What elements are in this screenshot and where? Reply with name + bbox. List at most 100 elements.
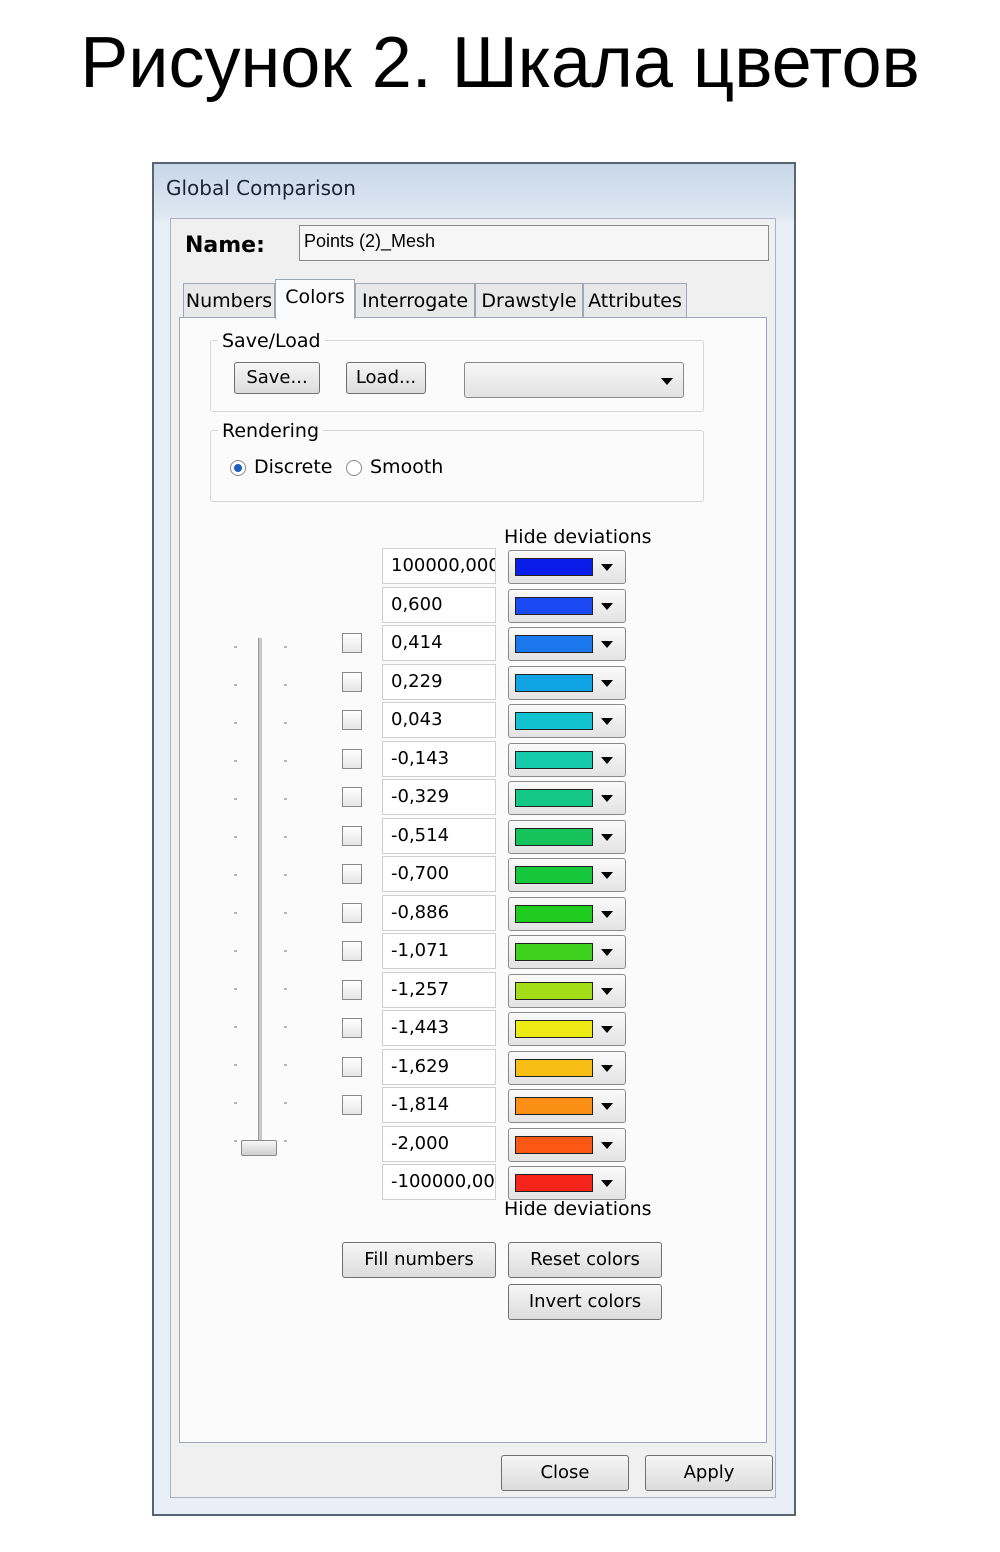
row-checkbox[interactable] [342,826,362,846]
slider-tick [284,646,287,648]
color-swatch [515,982,593,1000]
color-swatch [515,1097,593,1115]
slider-tick [284,684,287,686]
threshold-value-field[interactable]: -1,443 [382,1010,496,1046]
row-checkbox[interactable] [342,941,362,961]
color-picker-button[interactable] [508,1012,626,1046]
row-checkbox[interactable] [342,903,362,923]
threshold-value-field[interactable]: -0,514 [382,818,496,854]
slider-tick [284,722,287,724]
threshold-value-field[interactable]: 0,043 [382,702,496,738]
threshold-value-field[interactable]: -1,629 [382,1049,496,1085]
color-swatch [515,1136,593,1154]
invert-colors-button[interactable]: Invert colors [508,1284,662,1320]
threshold-value-field[interactable]: 100000,000 [382,548,496,584]
apply-button[interactable]: Apply [645,1455,773,1491]
color-picker-button[interactable] [508,743,626,777]
tab-colors[interactable]: Colors [275,279,355,319]
colors-tab-panel: Save/Load Save... Load... Rendering Disc… [179,317,767,1443]
threshold-value-field[interactable]: 0,600 [382,587,496,623]
color-picker-button[interactable] [508,935,626,969]
color-picker-button[interactable] [508,897,626,931]
row-checkbox[interactable] [342,980,362,1000]
threshold-value-field[interactable]: -0,700 [382,856,496,892]
color-swatch [515,635,593,653]
threshold-value-field[interactable]: -1,814 [382,1087,496,1123]
tab-drawstyle[interactable]: Drawstyle [475,283,583,317]
reset-colors-button[interactable]: Reset colors [508,1242,662,1278]
threshold-value-field[interactable]: -0,143 [382,741,496,777]
color-swatch [515,828,593,846]
color-picker-button[interactable] [508,1128,626,1162]
name-input[interactable]: Points (2)_Mesh [299,225,769,261]
color-swatch [515,597,593,615]
chevron-down-icon [601,564,613,571]
dialog-client-area: Name: Points (2)_Mesh Numbers Colors Int… [170,218,776,1498]
color-picker-button[interactable] [508,666,626,700]
figure-caption: Рисунок 2. Шкала цветов [80,23,920,103]
threshold-slider-thumb[interactable] [241,1140,277,1156]
row-checkbox[interactable] [342,1057,362,1077]
color-picker-button[interactable] [508,1051,626,1085]
slider-tick [284,760,287,762]
threshold-value-field[interactable]: -0,886 [382,895,496,931]
row-checkbox[interactable] [342,864,362,884]
row-checkbox[interactable] [342,749,362,769]
color-picker-button[interactable] [508,550,626,584]
chevron-down-icon [601,603,613,610]
slider-tick [284,1102,287,1104]
color-picker-button[interactable] [508,820,626,854]
slider-tick [284,1140,287,1142]
chevron-down-icon [601,1180,613,1187]
slider-tick [234,1102,237,1104]
threshold-value-field[interactable]: -100000,00 [382,1164,496,1200]
row-checkbox[interactable] [342,1018,362,1038]
chevron-down-icon [601,795,613,802]
tab-interrogate[interactable]: Interrogate [355,283,475,317]
tab-attributes[interactable]: Attributes [583,283,687,317]
color-picker-button[interactable] [508,1089,626,1123]
row-checkbox[interactable] [342,672,362,692]
chevron-down-icon [601,949,613,956]
slider-tick [284,950,287,952]
tab-numbers[interactable]: Numbers [183,283,275,317]
chevron-down-icon [601,911,613,918]
chevron-down-icon [601,1103,613,1110]
color-picker-button[interactable] [508,781,626,815]
chevron-down-icon [601,680,613,687]
threshold-value-field[interactable]: -1,257 [382,972,496,1008]
threshold-value-field[interactable]: -2,000 [382,1126,496,1162]
color-picker-button[interactable] [508,1166,626,1200]
global-comparison-window: Global Comparison Name: Points (2)_Mesh … [152,162,796,1516]
slider-tick [234,646,237,648]
threshold-value-field[interactable]: -0,329 [382,779,496,815]
fill-numbers-button[interactable]: Fill numbers [342,1242,496,1278]
slider-tick [234,1140,237,1142]
color-swatch [515,1020,593,1038]
hide-deviations-bottom[interactable]: Hide deviations [504,1198,652,1220]
slider-tick [284,798,287,800]
row-checkbox[interactable] [342,1095,362,1115]
slider-tick [234,912,237,914]
color-picker-button[interactable] [508,627,626,661]
slider-tick [284,1064,287,1066]
color-swatch [515,558,593,576]
row-checkbox[interactable] [342,710,362,730]
threshold-slider-track[interactable] [258,638,262,1148]
color-picker-button[interactable] [508,974,626,1008]
color-picker-button[interactable] [508,704,626,738]
color-swatch [515,751,593,769]
threshold-value-field[interactable]: 0,229 [382,664,496,700]
color-picker-button[interactable] [508,589,626,623]
chevron-down-icon [601,757,613,764]
slider-tick [234,1026,237,1028]
slider-tick [234,836,237,838]
chevron-down-icon [601,1065,613,1072]
row-checkbox[interactable] [342,787,362,807]
row-checkbox[interactable] [342,633,362,653]
close-button[interactable]: Close [501,1455,629,1491]
chevron-down-icon [601,834,613,841]
threshold-value-field[interactable]: 0,414 [382,625,496,661]
color-picker-button[interactable] [508,858,626,892]
threshold-value-field[interactable]: -1,071 [382,933,496,969]
